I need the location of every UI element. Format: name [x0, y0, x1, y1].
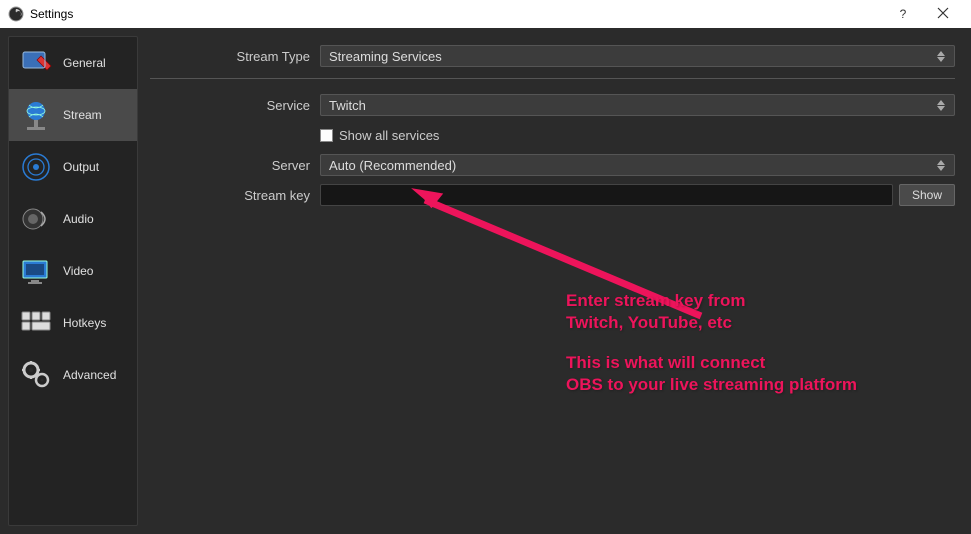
sidebar-item-label: Hotkeys	[63, 316, 106, 330]
sidebar-item-video[interactable]: Video	[9, 245, 137, 297]
stream-key-label: Stream key	[150, 188, 320, 203]
settings-sidebar: General Stream	[8, 36, 138, 526]
server-label: Server	[150, 158, 320, 173]
annotation-line: OBS to your live streaming platform	[566, 374, 857, 396]
annotation-text: Enter stream key from Twitch, YouTube, e…	[566, 290, 857, 396]
close-button[interactable]	[923, 0, 963, 28]
show-button[interactable]: Show	[899, 184, 955, 206]
show-all-label: Show all services	[339, 128, 439, 143]
general-icon	[19, 46, 53, 80]
obs-app-icon	[8, 6, 24, 22]
annotation-line: This is what will connect	[566, 352, 857, 374]
dropdown-arrows-icon	[932, 46, 950, 66]
annotation-line: Enter stream key from	[566, 290, 857, 312]
advanced-icon	[19, 358, 53, 392]
sidebar-item-hotkeys[interactable]: Hotkeys	[9, 297, 137, 349]
audio-icon	[19, 202, 53, 236]
stream-type-select[interactable]: Streaming Services	[320, 45, 955, 67]
show-button-label: Show	[912, 188, 942, 202]
sidebar-item-output[interactable]: Output	[9, 141, 137, 193]
show-all-services-checkbox[interactable]: Show all services	[320, 128, 439, 143]
sidebar-item-label: Stream	[63, 108, 102, 122]
stream-type-label: Stream Type	[150, 49, 320, 64]
service-label: Service	[150, 98, 320, 113]
help-icon: ?	[900, 7, 907, 21]
server-select[interactable]: Auto (Recommended)	[320, 154, 955, 176]
close-icon	[937, 7, 949, 22]
sidebar-item-label: Video	[63, 264, 93, 278]
sidebar-item-label: Audio	[63, 212, 94, 226]
sidebar-item-label: General	[63, 56, 106, 70]
titlebar: Settings ?	[0, 0, 971, 28]
sidebar-item-advanced[interactable]: Advanced	[9, 349, 137, 401]
checkbox-icon	[320, 129, 333, 142]
video-icon	[19, 254, 53, 288]
sidebar-item-audio[interactable]: Audio	[9, 193, 137, 245]
dropdown-arrows-icon	[932, 95, 950, 115]
hotkeys-icon	[19, 306, 53, 340]
window-title: Settings	[30, 7, 883, 21]
annotation-line: Twitch, YouTube, etc	[566, 312, 857, 334]
help-button[interactable]: ?	[883, 0, 923, 28]
server-value: Auto (Recommended)	[329, 158, 456, 173]
stream-type-value: Streaming Services	[329, 49, 442, 64]
dropdown-arrows-icon	[932, 155, 950, 175]
service-select[interactable]: Twitch	[320, 94, 955, 116]
sidebar-item-label: Output	[63, 160, 99, 174]
sidebar-item-stream[interactable]: Stream	[9, 89, 137, 141]
separator	[150, 78, 955, 79]
settings-main: Stream Type Streaming Services Service T…	[146, 36, 963, 526]
output-icon	[19, 150, 53, 184]
sidebar-item-label: Advanced	[63, 368, 116, 382]
service-value: Twitch	[329, 98, 366, 113]
sidebar-item-general[interactable]: General	[9, 37, 137, 89]
stream-icon	[19, 98, 53, 132]
stream-key-input[interactable]	[320, 184, 893, 206]
